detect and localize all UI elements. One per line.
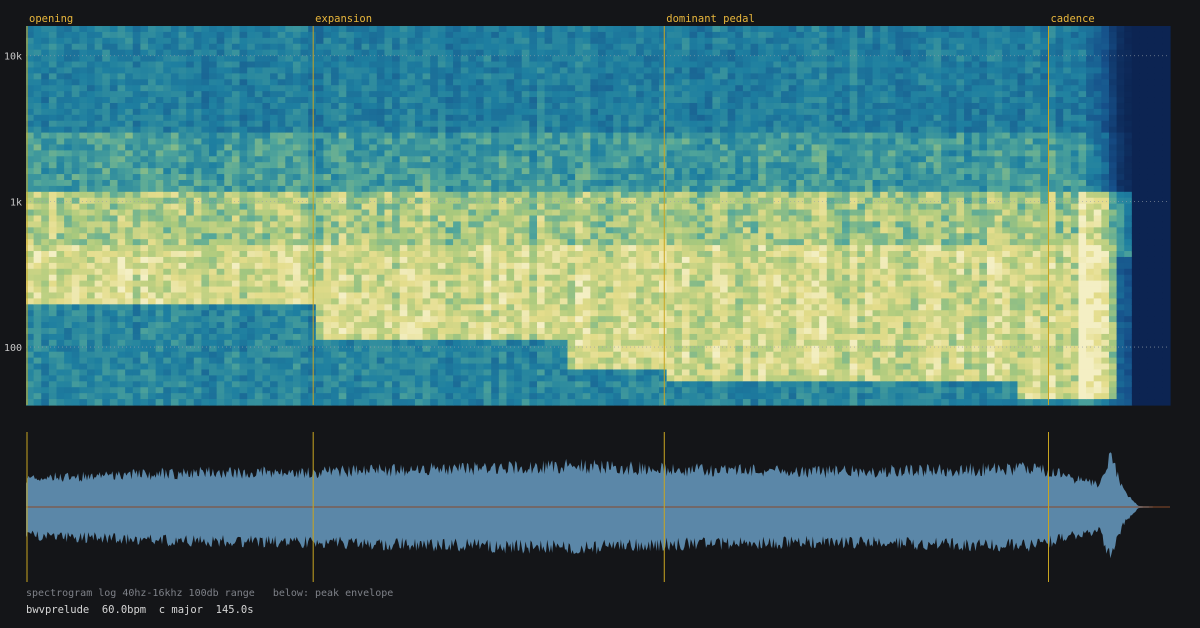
spectrogram-figure: opening expansion dominant pedal cadence 10… xyxy=(4,13,1171,582)
section-marker-label: cadence xyxy=(1050,13,1094,25)
axis-labels: 10k 1k 100 xyxy=(4,52,22,354)
peak-envelope-panel xyxy=(26,452,1170,559)
spectrogram-heatmap xyxy=(26,26,1171,406)
section-marker-label: expansion xyxy=(315,13,372,25)
caption-track-info: bwvprelude 60.0bpm c major 145.0s xyxy=(26,604,254,616)
y-tick-label: 1k xyxy=(10,197,22,208)
y-tick-label: 100 xyxy=(4,343,22,354)
section-marker-label: dominant pedal xyxy=(666,13,755,25)
caption-spectrogram-info: spectrogram log 40hz-16khz 100db range b… xyxy=(26,588,394,599)
section-marker-label: opening xyxy=(29,13,73,25)
peak-envelope-area xyxy=(26,452,1170,559)
y-tick-label: 10k xyxy=(4,52,22,63)
